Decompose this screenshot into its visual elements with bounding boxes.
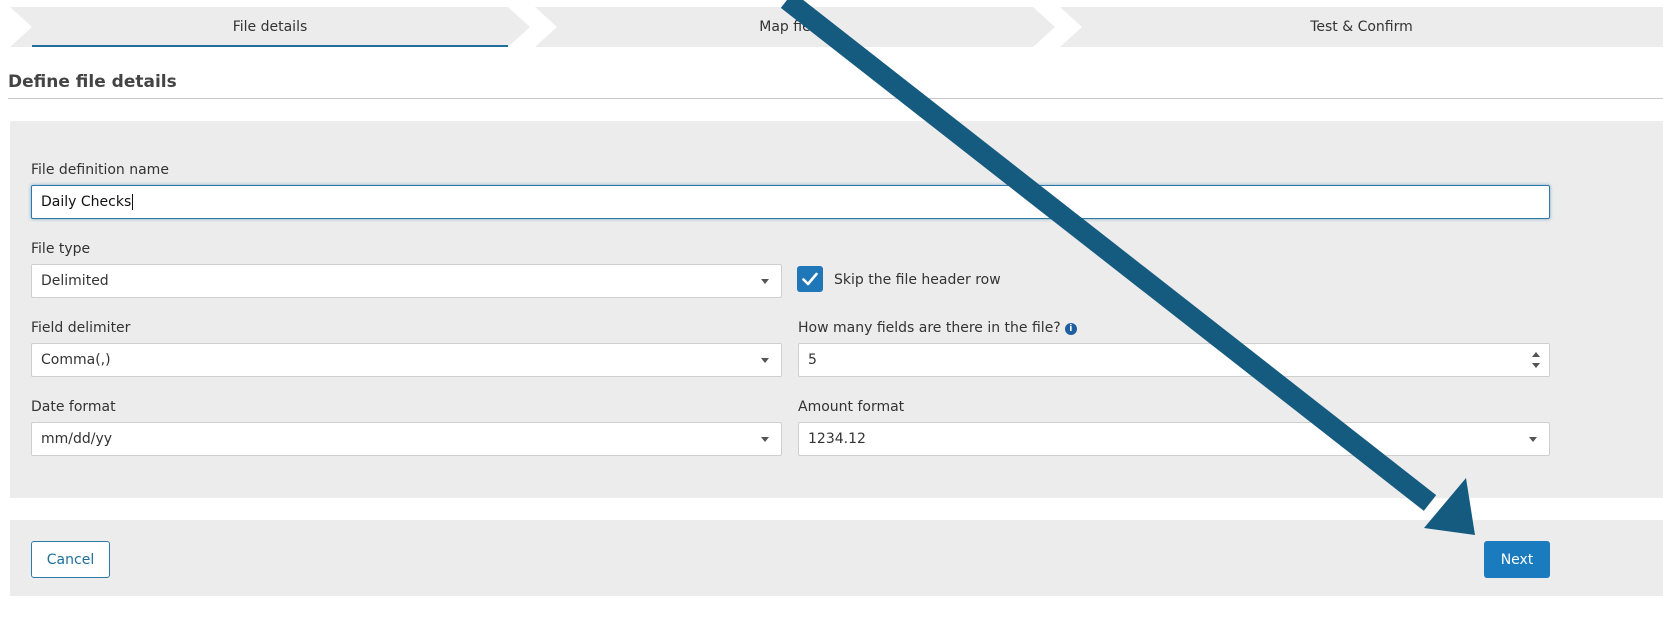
chevron-down-icon [1529,437,1537,442]
amount-format-value: 1234.12 [808,431,866,447]
wizard-steps: File details Map fields Test & Confirm [10,7,1663,47]
field-delimiter-value: Comma(,) [41,352,111,368]
field-count-label: How many fields are there in the file? [798,320,1061,336]
text-cursor [132,194,134,210]
field-count-label-wrap: How many fields are there in the file? i [798,320,1077,336]
page-title: Define file details [8,72,177,92]
amount-format-select[interactable]: 1234.12 [798,422,1550,456]
chevron-down-icon [761,358,769,363]
file-type-select[interactable]: Delimited [31,264,782,298]
field-delimiter-label: Field delimiter [31,320,131,336]
file-definition-name-input[interactable]: Daily Checks [31,185,1550,219]
file-definition-name-value: Daily Checks [41,194,132,210]
tab-map-fields[interactable]: Map fields [535,7,1055,47]
chevron-down-icon [761,279,769,284]
tab-file-details[interactable]: File details [10,7,530,47]
file-type-value: Delimited [41,273,109,289]
file-type-label: File type [31,241,91,257]
tab-map-fields-label: Map fields [759,19,831,35]
cancel-button[interactable]: Cancel [31,541,110,578]
field-count-value: 5 [808,352,817,368]
field-count-stepper[interactable] [1523,344,1549,376]
date-format-label: Date format [31,399,116,415]
tab-test-confirm[interactable]: Test & Confirm [1060,7,1663,47]
field-count-input[interactable]: 5 [798,343,1550,377]
date-format-select[interactable]: mm/dd/yy [31,422,782,456]
tab-file-details-label: File details [232,19,308,35]
amount-format-label: Amount format [798,399,905,415]
active-step-indicator [32,45,508,47]
spin-down-icon[interactable] [1532,363,1540,368]
skip-header-label: Skip the file header row [834,272,1001,288]
date-format-value: mm/dd/yy [41,431,113,447]
chevron-down-icon [761,437,769,442]
info-icon[interactable]: i [1064,323,1077,335]
spin-up-icon[interactable] [1532,352,1540,357]
title-divider [8,98,1663,99]
field-delimiter-select[interactable]: Comma(,) [31,343,782,377]
checkmark-icon [802,272,818,286]
file-definition-name-label: File definition name [31,162,169,178]
skip-header-checkbox[interactable] [797,266,823,292]
next-button[interactable]: Next [1484,541,1550,578]
footer-bar [10,520,1663,596]
tab-test-confirm-label: Test & Confirm [1310,19,1413,35]
